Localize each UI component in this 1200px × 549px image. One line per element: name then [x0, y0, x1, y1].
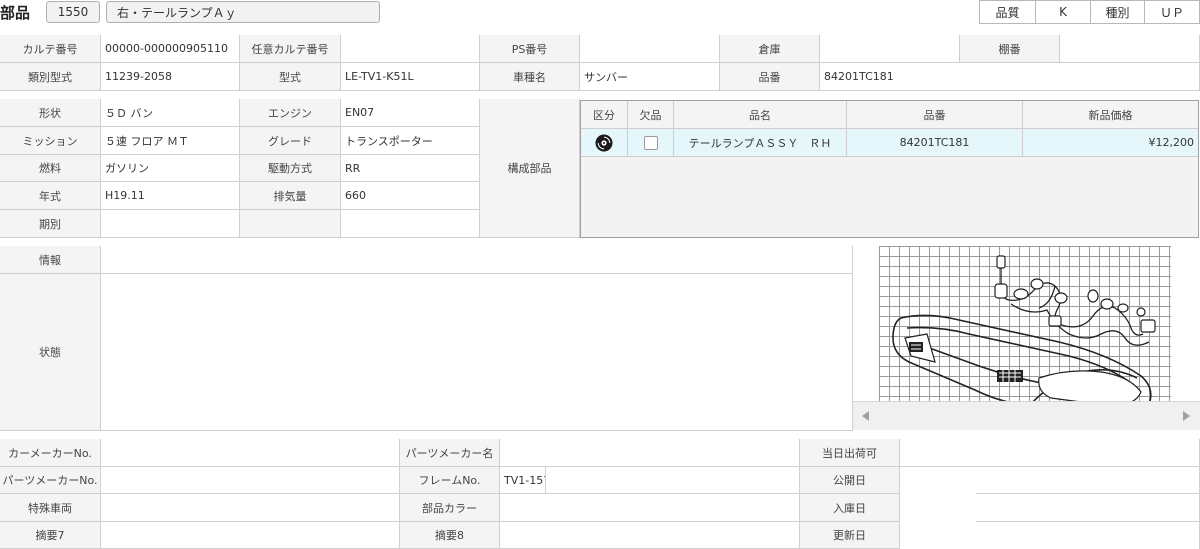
summary7-label: 摘要7	[0, 522, 101, 549]
car-name-label: 車種名	[480, 63, 580, 91]
drive-value: RR	[341, 155, 480, 182]
car-maker-no-value	[101, 439, 400, 467]
class-model-value: 11239-2058	[101, 63, 240, 91]
karte-no-label: カルテ番号	[0, 35, 101, 63]
mission-value: ５速 フロア ＭＴ	[101, 127, 240, 155]
same-day-value	[900, 439, 1200, 467]
image-prev-button[interactable]	[859, 408, 873, 424]
summary7-value	[101, 522, 400, 549]
quality-value: K	[1035, 0, 1091, 24]
period-extra-value	[341, 210, 480, 238]
karte-no-value: 00000-000000905110	[101, 35, 240, 63]
info-label: 情報	[0, 246, 101, 274]
displacement-label: 排気量	[240, 182, 341, 210]
shelf-value	[1060, 35, 1200, 63]
update-date-label: 更新日	[800, 522, 900, 549]
part-no-label: 品番	[720, 63, 820, 91]
info-field[interactable]	[101, 246, 853, 274]
special-vehicle-value	[101, 494, 400, 522]
disc-icon	[595, 134, 613, 151]
summary8-value	[500, 522, 800, 549]
class-model-label: 類別型式	[0, 63, 101, 91]
col-header-category[interactable]: 区分	[581, 101, 628, 129]
frame-no-value: TV1-157	[500, 467, 546, 494]
optional-karte-label: 任意カルテ番号	[240, 35, 341, 63]
year-value: H19.11	[101, 182, 240, 210]
engine-label: エンジン	[240, 99, 341, 127]
triangle-left-icon	[862, 411, 869, 421]
quality-label: 品質	[979, 0, 1036, 24]
ps-no-value	[580, 35, 720, 63]
fuel-value: ガソリン	[101, 155, 240, 182]
col-header-part-no[interactable]: 品番	[847, 101, 1023, 129]
displacement-value: 660	[341, 182, 480, 210]
parts-maker-no-value	[101, 467, 400, 494]
update-date-value	[900, 522, 1200, 549]
type-value: ＵＰ	[1144, 0, 1200, 24]
table-row-price[interactable]: ¥12,200	[1023, 129, 1198, 157]
table-row-missing	[628, 129, 674, 157]
grade-value: トランスポーター	[341, 127, 480, 155]
parts-color-value	[500, 494, 800, 522]
arrival-date-label: 入庫日	[800, 494, 900, 522]
shape-label: 形状	[0, 99, 101, 127]
year-label: 年式	[0, 182, 101, 210]
drive-label: 駆動方式	[240, 155, 341, 182]
parts-color-label: 部品カラー	[400, 494, 500, 522]
parts-maker-no-label: パーツメーカーNo.	[0, 467, 101, 494]
frame-no-rest	[546, 467, 800, 494]
publish-date-value	[900, 467, 1200, 494]
image-scroll-bar[interactable]	[853, 401, 1200, 430]
period-extra-label	[240, 210, 341, 238]
table-row-part-no[interactable]: 84201TC181	[847, 129, 1023, 157]
col-header-missing[interactable]: 欠品	[628, 101, 674, 129]
col-header-new-price[interactable]: 新品価格	[1023, 101, 1198, 129]
component-parts-grid: 区分 欠品 品名 品番 新品価格 テールランプＡＳＳＹ ＲＨ 84201TC18…	[580, 100, 1199, 238]
part-no-value: 84201TC181	[820, 63, 1200, 91]
same-day-label: 当日出荷可	[800, 439, 900, 467]
optional-karte-field[interactable]	[341, 35, 480, 63]
parts-maker-name-label: パーツメーカー名	[400, 439, 500, 467]
fuel-label: 燃料	[0, 155, 101, 182]
summary8-label: 摘要8	[400, 522, 500, 549]
condition-label: 状態	[0, 274, 101, 431]
grade-label: グレード	[240, 127, 341, 155]
parts-maker-name-value	[500, 439, 800, 467]
type-label: 種別	[1090, 0, 1145, 24]
table-row-part-name[interactable]: テールランプＡＳＳＹ ＲＨ	[674, 129, 847, 157]
arrival-date-value	[900, 494, 1200, 522]
missing-checkbox[interactable]	[643, 135, 658, 150]
period-value	[101, 210, 240, 238]
page-title: 部品	[0, 4, 31, 22]
mission-label: ミッション	[0, 127, 101, 155]
image-next-button[interactable]	[1179, 408, 1193, 424]
condition-field[interactable]	[101, 274, 853, 431]
shape-value: ５Ｄ バン	[101, 99, 240, 127]
part-name-box: 右・テールランプＡｙ	[106, 1, 380, 23]
special-vehicle-label: 特殊車両	[0, 494, 101, 522]
ps-no-label: PS番号	[480, 35, 580, 63]
model-value: LE-TV1-K51L	[341, 63, 480, 91]
publish-date-label: 公開日	[800, 467, 900, 494]
warehouse-label: 倉庫	[720, 35, 820, 63]
frame-no-label: フレームNo.	[400, 467, 500, 494]
model-label: 型式	[240, 63, 341, 91]
component-label: 構成部品	[480, 99, 580, 238]
part-code-box: 1550	[46, 1, 100, 23]
warehouse-value	[820, 35, 960, 63]
shelf-label: 棚番	[960, 35, 1060, 63]
triangle-right-icon	[1183, 411, 1190, 421]
col-header-part-name[interactable]: 品名	[674, 101, 847, 129]
engine-value: EN07	[341, 99, 480, 127]
period-label: 期別	[0, 210, 101, 238]
car-maker-no-label: カーメーカーNo.	[0, 439, 101, 467]
car-name-value: サンバー	[580, 63, 720, 91]
table-row-category[interactable]	[581, 129, 628, 157]
